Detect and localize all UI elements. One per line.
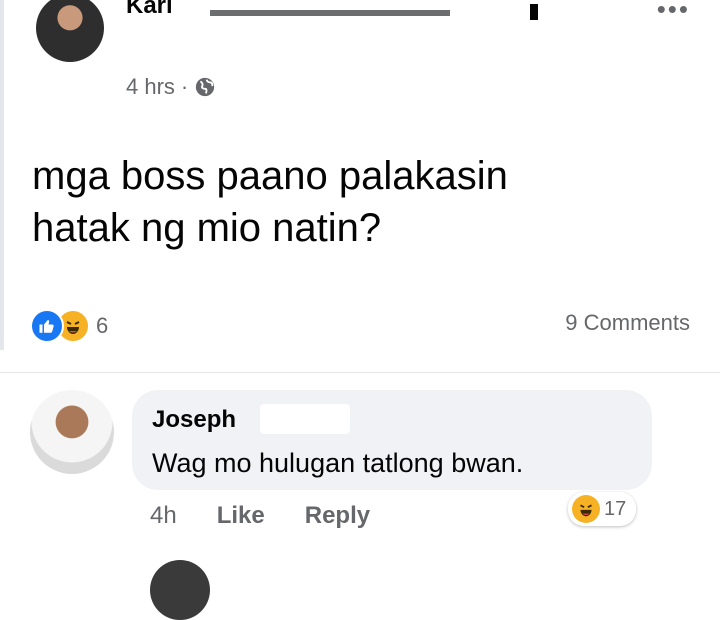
reaction-summary[interactable]: 6 bbox=[30, 309, 108, 343]
post-author-name[interactable]: Karl bbox=[126, 0, 173, 20]
redaction-box bbox=[260, 404, 350, 434]
left-border bbox=[0, 0, 4, 350]
more-icon[interactable]: ••• bbox=[657, 0, 690, 25]
comment-reply-button[interactable]: Reply bbox=[305, 502, 370, 530]
post-body-line: hatak ng mio natin? bbox=[32, 206, 382, 250]
meta-separator: · bbox=[180, 74, 189, 99]
haha-icon bbox=[572, 495, 600, 523]
comment-text: Wag mo hulugan tatlong bwan. bbox=[152, 448, 524, 478]
comment-bubble: Joseph Wag mo hulugan tatlong bwan. bbox=[132, 390, 652, 490]
reply-avatar[interactable] bbox=[150, 560, 210, 620]
section-divider bbox=[0, 372, 720, 373]
like-icon bbox=[30, 309, 64, 343]
redaction-mark bbox=[530, 4, 538, 20]
post-card: Karl ••• 4 hrs · mga boss paano palakasi… bbox=[0, 0, 720, 350]
comment-time[interactable]: 4h bbox=[150, 502, 177, 530]
post-meta: 4 hrs · bbox=[126, 74, 216, 100]
author-avatar[interactable] bbox=[36, 0, 104, 62]
globe-icon bbox=[196, 77, 215, 97]
comment-like-button[interactable]: Like bbox=[217, 502, 265, 530]
reaction-count: 6 bbox=[96, 313, 109, 338]
comment-reaction-summary[interactable]: 17 bbox=[568, 492, 637, 526]
post-time[interactable]: 4 hrs bbox=[126, 74, 175, 100]
commenter-avatar[interactable] bbox=[30, 390, 114, 474]
comments-count-link[interactable]: 9 Comments bbox=[565, 310, 690, 336]
comment-actions: 4h Like Reply bbox=[150, 502, 370, 530]
post-body-line: mga boss paano palakasin bbox=[32, 154, 508, 198]
redaction-bar bbox=[210, 10, 450, 16]
comment-author-name[interactable]: Joseph bbox=[152, 406, 236, 434]
post-body: mga boss paano palakasin hatak ng mio na… bbox=[32, 150, 672, 254]
comment-reaction-count: 17 bbox=[604, 497, 627, 520]
